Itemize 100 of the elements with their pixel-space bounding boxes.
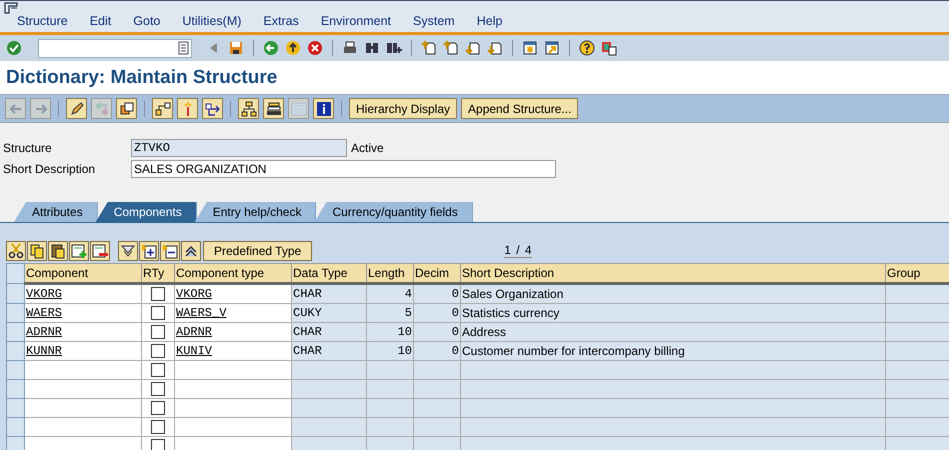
toolbar-button[interactable] bbox=[69, 240, 89, 260]
column-header[interactable]: Component type bbox=[174, 264, 292, 284]
checkbox[interactable] bbox=[151, 306, 165, 320]
toolbar-button[interactable]: Predefined Type bbox=[203, 240, 312, 260]
table-cell: WAERS bbox=[24, 304, 142, 322]
table-cell bbox=[886, 322, 949, 342]
toolbar-button[interactable] bbox=[48, 240, 68, 260]
table-cell bbox=[886, 342, 949, 360]
select-all-cell[interactable] bbox=[6, 264, 24, 284]
status-text: Active bbox=[351, 140, 384, 154]
column-header[interactable]: Length bbox=[366, 264, 414, 284]
toolbar-button[interactable] bbox=[263, 98, 284, 119]
toolbar-button[interactable] bbox=[238, 98, 259, 119]
monitor-icon[interactable] bbox=[601, 40, 617, 56]
funnel-icon bbox=[120, 242, 136, 258]
info-icon bbox=[316, 100, 332, 116]
column-header[interactable]: Group bbox=[886, 264, 949, 284]
toolbar-button[interactable] bbox=[181, 240, 201, 260]
table-cell bbox=[414, 418, 460, 436]
arrows-icon bbox=[204, 100, 220, 116]
toolbar-button[interactable] bbox=[6, 240, 26, 260]
menu-icon[interactable] bbox=[4, 2, 18, 14]
menu-item[interactable]: Utilities(M) bbox=[171, 14, 252, 28]
toolbar-button[interactable] bbox=[66, 98, 87, 119]
table-cell: CHAR bbox=[292, 322, 366, 342]
document-arrow-icon[interactable] bbox=[487, 40, 503, 56]
menu-item[interactable]: Extras bbox=[252, 14, 310, 28]
help-icon[interactable] bbox=[579, 40, 595, 56]
binoculars-plus-icon[interactable] bbox=[386, 40, 402, 56]
add-row-icon bbox=[71, 242, 87, 258]
tab[interactable]: Entry help/check bbox=[194, 202, 316, 222]
menu-item[interactable]: Help bbox=[466, 14, 514, 28]
column-header[interactable]: Data Type bbox=[292, 264, 366, 284]
table-cell: Sales Organization bbox=[460, 284, 886, 304]
command-field[interactable] bbox=[38, 38, 192, 58]
table-cell: Address bbox=[460, 322, 886, 342]
table-cell bbox=[366, 360, 414, 380]
table-cell: KUNNR bbox=[24, 342, 142, 360]
table-cell bbox=[366, 380, 414, 398]
description-field[interactable]: SALES ORGANIZATION bbox=[131, 160, 556, 178]
toolbar-button[interactable] bbox=[313, 98, 334, 119]
table-cell: 0 bbox=[414, 342, 460, 360]
checkbox[interactable] bbox=[151, 382, 165, 396]
table-cell: 10 bbox=[366, 322, 414, 342]
table-cell bbox=[366, 398, 414, 418]
toolbar-button[interactable] bbox=[152, 98, 173, 119]
tab[interactable]: Attributes bbox=[14, 202, 98, 222]
cancel-icon[interactable] bbox=[307, 40, 323, 56]
document-arrow-icon[interactable] bbox=[465, 40, 481, 56]
paste-icon bbox=[50, 242, 66, 258]
checkbox[interactable] bbox=[151, 344, 165, 358]
checkbox[interactable] bbox=[151, 363, 165, 378]
cycle-icon bbox=[94, 100, 110, 116]
checkmark-icon[interactable] bbox=[6, 40, 22, 56]
table-cell bbox=[414, 380, 460, 398]
toolbar-button[interactable]: Hierarchy Display bbox=[349, 98, 458, 119]
menu-item[interactable]: System bbox=[402, 14, 466, 28]
menu-item[interactable]: Edit bbox=[78, 14, 122, 28]
checkbox[interactable] bbox=[151, 439, 165, 450]
menu-item[interactable]: Environment bbox=[310, 14, 402, 28]
checkbox[interactable] bbox=[151, 287, 165, 302]
toolbar-button[interactable] bbox=[118, 240, 138, 260]
back-icon[interactable] bbox=[263, 40, 279, 56]
toolbar-button[interactable] bbox=[116, 98, 137, 119]
table-cell bbox=[886, 418, 949, 436]
toolbar-button[interactable] bbox=[27, 240, 47, 260]
printer-icon[interactable] bbox=[342, 40, 358, 56]
table-cell bbox=[414, 436, 460, 450]
table-cell bbox=[886, 380, 949, 398]
scissors-icon bbox=[8, 242, 24, 258]
toolbar-button[interactable]: Append Structure... bbox=[461, 98, 578, 119]
toolbar-button[interactable] bbox=[139, 240, 159, 260]
column-header[interactable]: Short Description bbox=[460, 264, 886, 284]
table-cell bbox=[886, 398, 949, 418]
column-header[interactable]: Component bbox=[24, 264, 142, 284]
document-arrow-icon[interactable] bbox=[421, 40, 437, 56]
menu-item[interactable]: Goto bbox=[122, 14, 172, 28]
tab[interactable]: Components bbox=[96, 202, 197, 222]
save-icon[interactable] bbox=[228, 40, 244, 56]
binoculars-icon[interactable] bbox=[364, 40, 380, 56]
table-cell bbox=[886, 436, 949, 450]
column-header[interactable]: RTy bbox=[142, 264, 174, 284]
structure-field[interactable]: ZTVKO bbox=[131, 138, 347, 156]
toolbar-button[interactable] bbox=[90, 240, 110, 260]
table-cell bbox=[886, 304, 949, 322]
checkbox[interactable] bbox=[151, 420, 165, 434]
column-header[interactable]: Decim bbox=[414, 264, 460, 284]
tab[interactable]: Currency/quantity fields bbox=[314, 202, 473, 222]
table-cell bbox=[414, 398, 460, 418]
checkbox[interactable] bbox=[151, 325, 165, 340]
table-cell: Statistics currency bbox=[460, 304, 886, 322]
copy-icon bbox=[29, 242, 45, 258]
toolbar-button[interactable] bbox=[202, 98, 223, 119]
org-chart-icon bbox=[240, 100, 256, 116]
toolbar-button[interactable] bbox=[160, 240, 180, 260]
document-arrow-icon[interactable] bbox=[443, 40, 459, 56]
checkbox[interactable] bbox=[151, 401, 165, 416]
table-cell bbox=[366, 436, 414, 450]
menu-item[interactable]: Structure bbox=[6, 14, 79, 28]
table-icon bbox=[290, 100, 306, 116]
